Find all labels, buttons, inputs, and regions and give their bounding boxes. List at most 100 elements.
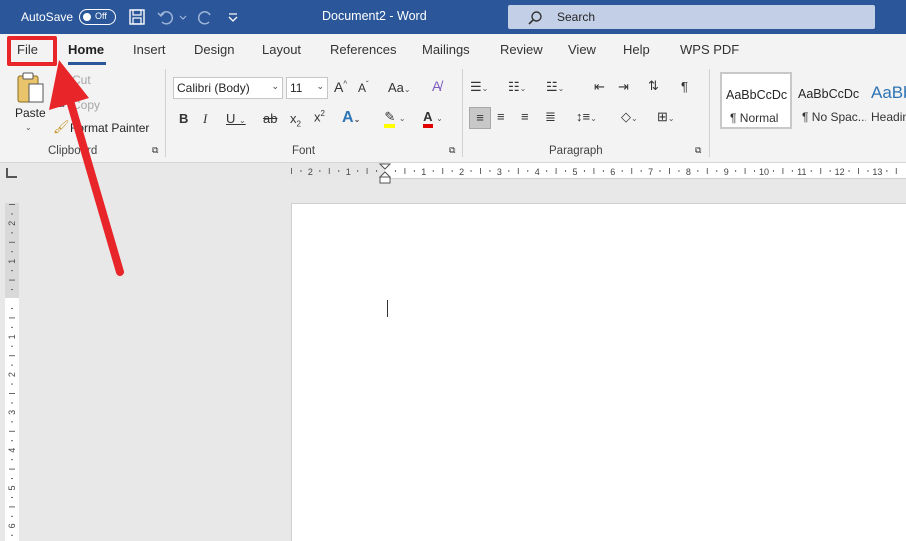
search-box[interactable]: Search <box>508 5 875 29</box>
align-right-icon[interactable]: ≡ <box>521 109 529 124</box>
redo-icon[interactable] <box>195 7 215 27</box>
tab-layout[interactable]: Layout <box>262 42 301 57</box>
ruler-label: 13 <box>872 167 882 177</box>
tab-mailings[interactable]: Mailings <box>422 42 470 57</box>
ruler-label: 1 <box>7 334 17 339</box>
align-center-icon[interactable]: ≡ <box>497 109 505 124</box>
clipboard-group-label: Clipboard <box>48 145 98 157</box>
paste-icon[interactable] <box>15 71 47 105</box>
pilcrow-icon[interactable]: ¶ <box>681 79 688 94</box>
indent-marker-icon[interactable] <box>379 163 391 185</box>
paste-dropdown-icon[interactable]: ⌄ <box>25 123 32 132</box>
ruler-ticks: 2 1 1 2 3 4 5 6 <box>7 204 17 536</box>
autosave-toggle[interactable]: Off <box>79 9 116 25</box>
cut-button[interactable]: Cut <box>72 73 91 87</box>
borders-icon[interactable]: ⊞⌄ <box>657 109 675 125</box>
ruler-label: 3 <box>497 167 502 177</box>
clear-formatting-icon[interactable]: A̸ <box>432 78 441 94</box>
bullets-icon[interactable]: ☰⌄ <box>470 79 488 95</box>
copy-button[interactable]: Copy <box>72 98 100 112</box>
copy-icon[interactable]: ⧉ <box>53 95 67 111</box>
shrink-font-icon[interactable]: Aˇ <box>358 80 369 95</box>
font-launcher-icon[interactable]: ⧉ <box>449 145 455 156</box>
font-color-icon[interactable]: A ⌄ <box>418 109 448 128</box>
format-painter-button[interactable]: Format Painter <box>70 121 149 135</box>
tab-home[interactable]: Home <box>68 42 104 57</box>
ruler-label: 8 <box>686 167 691 177</box>
group-divider <box>462 69 463 157</box>
sort-icon[interactable]: ⇅ <box>648 78 659 94</box>
search-icon <box>528 11 542 25</box>
ruler-label: 2 <box>459 167 464 177</box>
ruler-label: 1 <box>421 167 426 177</box>
vertical-ruler[interactable]: 2 1 1 2 3 4 5 6 <box>5 203 19 541</box>
superscript-icon[interactable]: x2 <box>314 109 325 124</box>
ruler-label: 9 <box>724 167 729 177</box>
ruler-label: 3 <box>7 410 17 415</box>
font-size-combo[interactable]: 11 ⌄ <box>286 77 328 99</box>
strikethrough-icon[interactable]: ab <box>263 111 277 126</box>
tab-design[interactable]: Design <box>194 42 234 57</box>
document-title: Document2 - Word <box>322 9 427 23</box>
increase-indent-icon[interactable]: ⇥ <box>618 79 629 95</box>
font-name-value: Calibri (Body) <box>177 81 250 95</box>
document-page[interactable] <box>291 203 906 541</box>
ruler-label: 2 <box>7 221 17 226</box>
tab-review[interactable]: Review <box>500 42 543 57</box>
numbering-icon[interactable]: ☷⌄ <box>508 79 526 95</box>
align-left-icon[interactable]: ≡ <box>469 107 491 129</box>
undo-dropdown-icon[interactable] <box>178 7 188 27</box>
style-heading[interactable]: AaBb Headin <box>866 72 906 129</box>
group-divider <box>709 69 710 157</box>
shading-icon[interactable]: ◇⌄ <box>621 109 638 125</box>
grow-font-icon[interactable]: A^ <box>334 79 347 95</box>
autosave-state: Off <box>95 11 107 21</box>
ruler-label: 4 <box>535 167 540 177</box>
chevron-down-icon: ⌄ <box>316 81 324 91</box>
cut-icon[interactable]: ✂ <box>55 72 67 88</box>
ruler-label: 5 <box>7 485 17 490</box>
tab-view[interactable]: View <box>568 42 596 57</box>
undo-icon[interactable] <box>156 7 176 27</box>
subscript-icon[interactable]: x2 <box>290 111 301 129</box>
underline-icon[interactable]: U ⌄ <box>226 111 246 126</box>
change-case-icon[interactable]: Aa⌄ <box>388 80 411 95</box>
tab-help[interactable]: Help <box>623 42 650 57</box>
justify-icon[interactable]: ≣ <box>545 109 556 125</box>
ruler-label: 10 <box>759 167 769 177</box>
paste-button[interactable]: Paste <box>15 106 46 120</box>
ruler-label: 6 <box>610 167 615 177</box>
font-name-combo[interactable]: Calibri (Body) ⌄ <box>173 77 283 99</box>
highlight-color-icon[interactable]: ✎ ⌄ <box>380 109 410 128</box>
group-divider <box>165 69 166 157</box>
customize-toolbar-icon[interactable] <box>226 7 240 27</box>
tab-selector-icon[interactable] <box>6 168 17 178</box>
multilevel-list-icon[interactable]: ☳⌄ <box>546 79 564 95</box>
ruler-label: 12 <box>835 167 845 177</box>
style-name: ¶ Normal <box>730 111 779 125</box>
annotation-highlight-box <box>7 36 57 66</box>
search-placeholder: Search <box>557 10 596 24</box>
style-preview: AaBbCcDc <box>798 87 860 101</box>
paragraph-launcher-icon[interactable]: ⧉ <box>695 145 701 156</box>
format-painter-icon[interactable]: 🖌 <box>53 119 70 135</box>
bold-icon[interactable]: B <box>179 111 188 126</box>
style-normal[interactable]: AaBbCcDc ¶ Normal <box>720 72 792 129</box>
save-icon[interactable] <box>127 7 147 27</box>
style-no-spacing[interactable]: AaBbCcDc ¶ No Spac... <box>793 72 868 129</box>
chevron-down-icon: ⌄ <box>271 81 279 91</box>
tab-wps-pdf[interactable]: WPS PDF <box>680 42 739 57</box>
line-spacing-icon[interactable]: ↕≡⌄ <box>576 109 597 124</box>
style-name: Headin <box>871 110 906 124</box>
horizontal-ruler[interactable]: 2 1 1 2 3 4 5 6 7 8 9 10 11 12 13 <box>290 163 906 184</box>
italic-icon[interactable]: I <box>203 111 207 127</box>
text-effects-icon[interactable]: A⌄ <box>342 109 360 127</box>
tab-references[interactable]: References <box>330 42 396 57</box>
font-size-value: 11 <box>290 81 303 95</box>
clipboard-launcher-icon[interactable]: ⧉ <box>152 145 158 156</box>
decrease-indent-icon[interactable]: ⇤ <box>594 79 605 95</box>
ruler-label: 1 <box>346 167 351 177</box>
tab-insert[interactable]: Insert <box>133 42 166 57</box>
styles-gallery: AaBbCcDc ¶ Normal AaBbCcDc ¶ No Spac... … <box>717 71 906 129</box>
ruler-label: 2 <box>7 372 17 377</box>
